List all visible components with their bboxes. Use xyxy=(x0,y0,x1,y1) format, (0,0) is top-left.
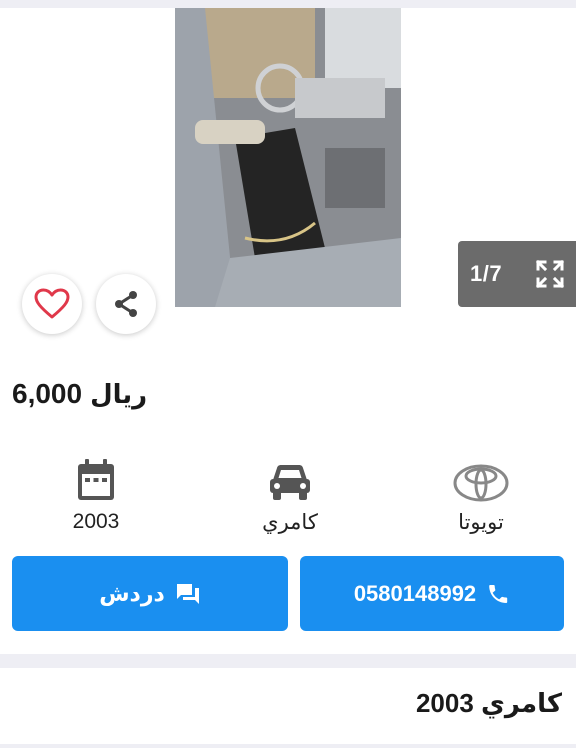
car-icon xyxy=(270,465,310,500)
car-photo[interactable] xyxy=(175,8,401,307)
chevron-left-icon xyxy=(43,134,54,152)
next-photo-button[interactable] xyxy=(514,130,540,156)
phone-icon xyxy=(489,584,508,603)
call-button[interactable]: 0580148992 xyxy=(300,556,564,631)
prev-photo-button[interactable] xyxy=(36,130,62,156)
listing-title: كامري 2003 xyxy=(415,688,562,718)
section-divider xyxy=(0,654,576,668)
spec-model-value: كامري xyxy=(262,511,318,534)
fullscreen-icon[interactable] xyxy=(534,258,566,290)
spec-year-value: 2003 xyxy=(72,510,120,533)
chevron-right-icon xyxy=(522,134,533,152)
heart-outline-icon xyxy=(34,288,70,319)
bottom-divider xyxy=(0,744,576,748)
price-value: 6,000 xyxy=(12,378,83,409)
spec-model: كامري xyxy=(220,454,360,535)
spec-make-value: تويوتا xyxy=(458,511,504,534)
photo-gallery[interactable]: 1/7 xyxy=(0,8,576,313)
calendar-icon xyxy=(78,459,114,500)
favorite-button[interactable] xyxy=(22,274,82,334)
spec-year: 2003 xyxy=(26,454,166,534)
chat-button[interactable]: دردش xyxy=(12,556,288,631)
chat-icon xyxy=(176,583,199,604)
chat-button-label: دردش xyxy=(99,580,165,606)
share-button[interactable] xyxy=(96,274,156,334)
photo-counter: 1/7 xyxy=(470,261,503,286)
spec-make: تويوتا xyxy=(411,454,551,535)
photo-counter-panel[interactable]: 1/7 xyxy=(458,241,576,307)
top-strip xyxy=(0,0,576,8)
price-currency: ريال xyxy=(90,379,148,409)
toyota-logo-icon xyxy=(453,464,509,502)
phone-number: 0580148992 xyxy=(353,580,477,606)
share-icon xyxy=(115,291,137,317)
price: ريال6,000 xyxy=(12,378,147,410)
